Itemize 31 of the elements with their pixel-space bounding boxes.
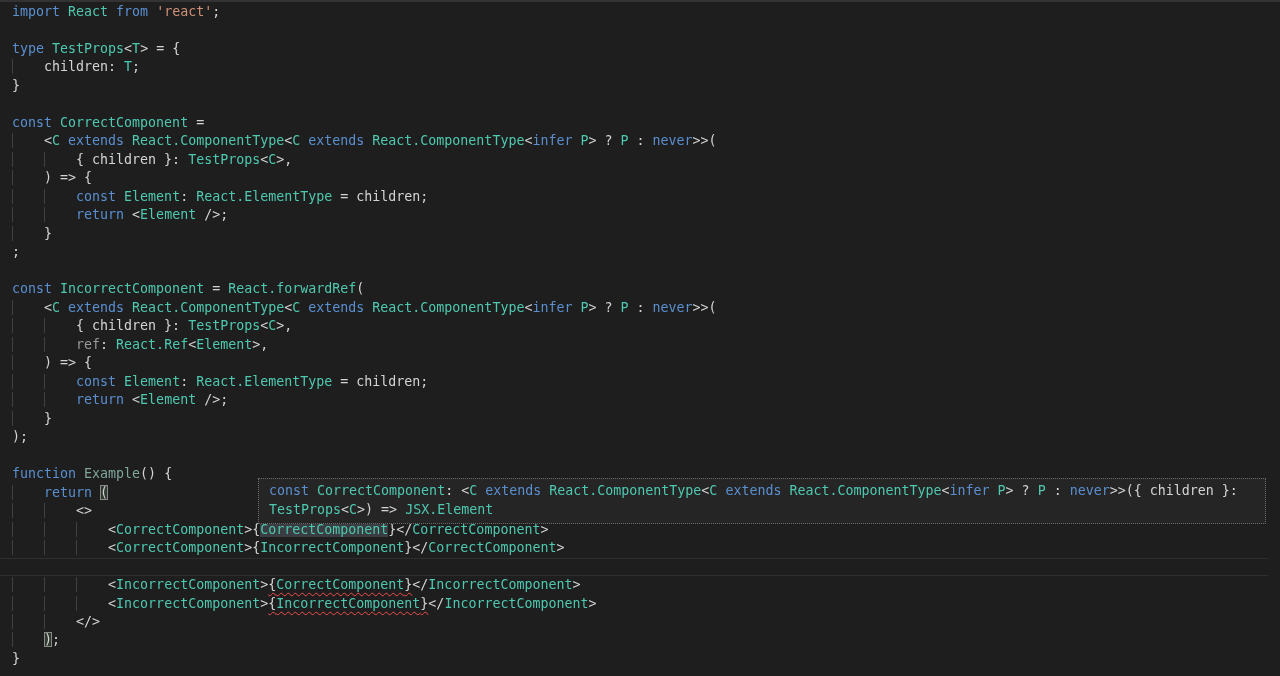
code-line: const Element: React.ElementType = children; [12, 187, 429, 207]
code-line: ; [12, 243, 20, 262]
code-line: function Example() { [12, 465, 173, 484]
code-line: </> [12, 613, 101, 632]
code-line: } [12, 409, 53, 429]
tooltip-line: TestProps<C>) => JSX.Element [269, 500, 495, 519]
code-line: const Element: React.ElementType = children; [12, 372, 429, 392]
code-line: <C extends React.ComponentType<C extends React.ComponentType<infer P> ? P : never>>( [12, 132, 717, 151]
code-line: <IncorrectComponent>{CorrectComponent}</IncorrectComponent> [12, 576, 581, 595]
code-line: } [12, 76, 20, 95]
code-line: const CorrectComponent = [12, 113, 205, 132]
code-line: <IncorrectComponent>{IncorrectComponent}</IncorrectComponent> [12, 594, 597, 613]
code-line: return <Element />; [12, 391, 229, 410]
code-line: children: T; [12, 58, 141, 77]
code-line: return ( [12, 483, 109, 503]
code-line: import React from 'react'; [12, 3, 221, 21]
code-line: <C extends React.ComponentType<C extends React.ComponentType<infer P> ? P : never>>( [12, 298, 717, 318]
code-line: { children }: TestProps<C>, [12, 317, 293, 336]
code-line: { children }: TestProps<C>, [12, 150, 293, 170]
code-line: } [12, 224, 53, 244]
code-line: const IncorrectComponent = React.forwardRef( [12, 280, 365, 299]
code-line: ) => { [12, 354, 93, 373]
code-line: <CorrectComponent>{IncorrectComponent}</CorrectComponent> [12, 539, 565, 558]
tooltip-line: const CorrectComponent: <C extends React.ComponentType<C extends React.ComponentType<infer P> ? P : never>>({ children }: [269, 482, 1239, 500]
code-line: ref: React.Ref<Element>, [12, 335, 269, 355]
code-line: ) => { [12, 169, 93, 188]
code-line: <> [12, 502, 93, 521]
code-line: return <Element />; [12, 206, 229, 225]
code-line: ); [12, 428, 28, 447]
code-line: } [12, 649, 20, 668]
code-line: type TestProps<T> = { [12, 39, 181, 58]
